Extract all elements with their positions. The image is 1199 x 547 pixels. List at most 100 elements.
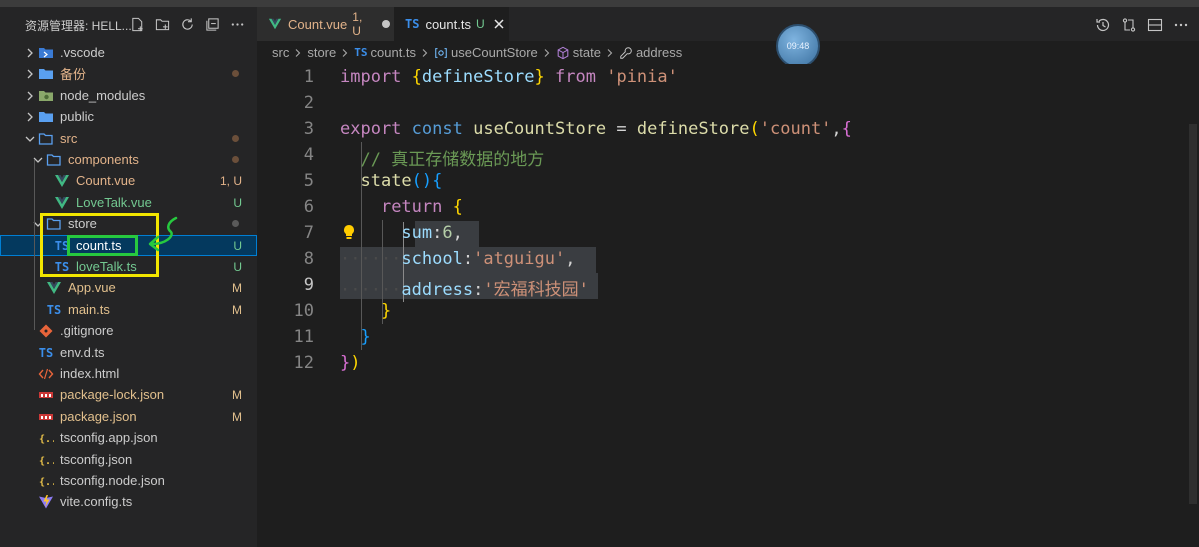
tree-item[interactable]: node_modules (0, 85, 257, 106)
tree-item-label: env.d.ts (60, 345, 105, 360)
folder-open-icon (38, 131, 54, 147)
code-line-9: ······address:'宏福科技园' (340, 280, 589, 300)
breadcrumb-item[interactable]: store (307, 45, 336, 60)
tree-item[interactable]: .vscode (0, 42, 257, 63)
change-indicator-dot (232, 156, 239, 163)
tree-item[interactable]: Count.vue 1, U (0, 170, 257, 191)
tab-status: U (475, 17, 485, 31)
tree-item[interactable]: public (0, 106, 257, 127)
line-number: 1 (303, 67, 314, 87)
tree-item[interactable]: src (0, 128, 257, 149)
line-number: 7 (303, 223, 314, 243)
chevron-right-icon[interactable] (24, 111, 36, 123)
split-editor-icon[interactable] (1145, 15, 1165, 35)
chevron-down-icon[interactable] (24, 133, 36, 145)
tab-count-ts[interactable]: TS count.ts U (394, 7, 509, 41)
code-line-3: export const useCountStore = defineStore… (340, 119, 852, 139)
tree-item[interactable]: .gitignore (0, 320, 257, 341)
tree-item[interactable]: 备份 (0, 63, 257, 84)
change-indicator-dot (232, 135, 239, 142)
breadcrumb-item[interactable]: address (636, 45, 682, 60)
code-line-8: ······school:'atguigu', (340, 249, 576, 269)
ts-file-icon: TS (38, 345, 54, 360)
ts-file-icon: TS (405, 17, 420, 31)
vscode-folder-icon (38, 45, 54, 61)
chevron-right-icon[interactable] (24, 90, 36, 102)
refresh-icon[interactable] (176, 14, 198, 34)
code-line-12: }) (340, 353, 361, 373)
variable-icon (434, 46, 448, 60)
chevron-right-icon (340, 48, 350, 58)
modified-dot-icon[interactable] (379, 16, 394, 32)
timeline-icon[interactable] (1093, 15, 1113, 35)
code-line-5: state(){ (360, 171, 443, 191)
vertical-scrollbar[interactable] (1189, 124, 1197, 504)
breadcrumb-item[interactable]: useCountStore (451, 45, 538, 60)
ts-file-icon: TS (354, 46, 368, 59)
folder-icon (38, 109, 54, 125)
tree-item[interactable]: package-lock.json M (0, 384, 257, 405)
git-status-badge: M (232, 302, 242, 317)
tree-item[interactable]: App.vue M (0, 277, 257, 298)
git-status-badge: U (233, 238, 242, 253)
tree-item-label: vite.config.ts (60, 494, 133, 509)
tree-item-label: tsconfig.app.json (60, 430, 158, 445)
line-number: 12 (293, 353, 314, 373)
tree-item-label: main.ts (68, 302, 110, 317)
git-status-badge: 1, U (219, 173, 242, 188)
tree-item[interactable]: {..} tsconfig.app.json (0, 427, 257, 448)
svg-text:{..}: {..} (39, 456, 54, 467)
explorer-header: 资源管理器: HELL... (0, 7, 257, 40)
breadcrumb-item[interactable]: src (272, 45, 289, 60)
code-line-4: // 真正存储数据的地方 (360, 150, 545, 170)
tree-item[interactable]: vite.config.ts (0, 491, 257, 512)
git-file-icon (38, 323, 54, 339)
collapse-icon[interactable] (201, 14, 223, 34)
tree-item[interactable]: TS env.d.ts (0, 342, 257, 363)
chevron-right-icon (542, 48, 552, 58)
code-editor[interactable]: 1 2 3 4 5 6 7 8 9 10 11 12 import {defin… (257, 64, 1199, 547)
tree-item-label: tsconfig.json (60, 452, 133, 467)
tree-item[interactable]: TS main.ts M (0, 299, 257, 320)
more-icon[interactable] (226, 14, 248, 34)
breadcrumb-item[interactable]: state (573, 45, 601, 60)
code-line-1: import {defineStore} from 'pinia' (340, 67, 678, 87)
tree-item-label: .gitignore (60, 323, 114, 338)
chevron-right-icon[interactable] (24, 68, 36, 80)
tree-item[interactable]: index.html (0, 363, 257, 384)
tree-item-label: App.vue (68, 280, 116, 295)
tree-item-label: public (60, 109, 94, 124)
line-number: 10 (293, 301, 314, 321)
json-file-icon: {..} (38, 452, 54, 468)
tree-item-label: tsconfig.node.json (60, 473, 165, 488)
annotation-arrow-icon (148, 216, 178, 252)
tree-item-label: package.json (60, 409, 137, 424)
close-icon[interactable] (491, 16, 507, 32)
tab-count-vue[interactable]: Count.vue 1, U (257, 7, 394, 41)
chevron-right-icon[interactable] (24, 47, 36, 59)
compare-changes-icon[interactable] (1119, 15, 1139, 35)
git-status-badge: M (232, 280, 242, 295)
highlight-box-green (67, 235, 138, 256)
title-bar-strip (0, 0, 1199, 7)
new-folder-icon[interactable] (151, 14, 173, 34)
more-actions-icon[interactable] (1171, 15, 1191, 35)
git-status-badge: U (233, 259, 242, 274)
tree-item[interactable]: LoveTalk.vue U (0, 192, 257, 213)
line-number: 4 (303, 145, 314, 165)
indent-guide (34, 160, 35, 330)
code-line-7: sum:6, (401, 223, 463, 243)
floating-clock-widget[interactable]: 09:48 (776, 24, 820, 68)
html-file-icon (38, 366, 54, 382)
breadcrumb-item[interactable]: count.ts (371, 45, 417, 60)
vite-file-icon (38, 494, 54, 510)
tree-item[interactable]: {..} tsconfig.json (0, 449, 257, 470)
chevron-right-icon (605, 48, 615, 58)
tree-item[interactable]: package.json M (0, 406, 257, 427)
tree-item[interactable]: {..} tsconfig.node.json (0, 470, 257, 491)
tab-status: 1, U (352, 10, 363, 38)
tree-item-label: src (60, 131, 78, 146)
tree-item[interactable]: components (0, 149, 257, 170)
new-file-icon[interactable] (126, 14, 148, 34)
explorer-actions (126, 14, 248, 34)
